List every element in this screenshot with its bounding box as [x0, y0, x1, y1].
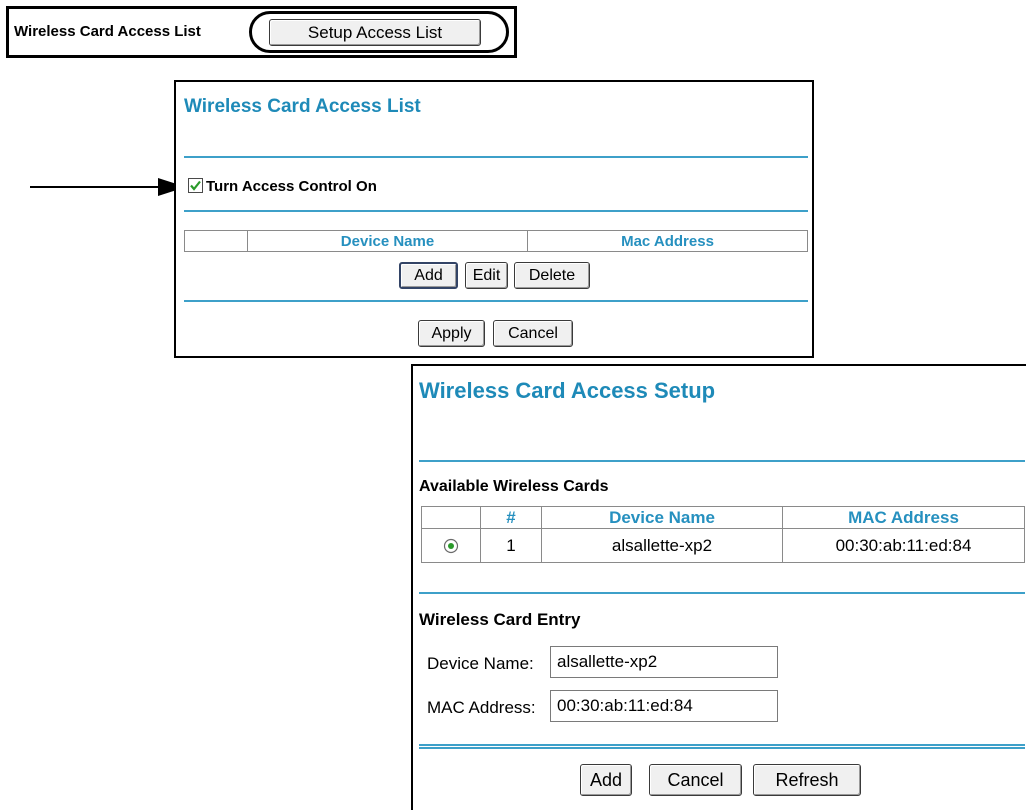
top-bar-label: Wireless Card Access List [14, 23, 201, 40]
column-header-device-name: Device Name [247, 230, 528, 252]
setup-cancel-button[interactable]: Cancel [649, 764, 742, 796]
top-bar: Wireless Card Access List Setup Access L… [6, 6, 517, 58]
column-header-number: # [480, 506, 542, 529]
device-name-field[interactable] [550, 646, 778, 678]
table-header-row: Device Name Mac Address [184, 230, 808, 252]
checkmark-icon [190, 180, 201, 191]
column-header-select [184, 230, 248, 252]
divider [419, 460, 1025, 462]
row-number: 1 [480, 528, 542, 563]
access-setup-title: Wireless Card Access Setup [419, 378, 716, 403]
table-row: 1 alsallette-xp2 00:30:ab:11:ed:84 [421, 528, 1025, 563]
column-header-select [421, 506, 481, 529]
setup-add-button[interactable]: Add [580, 764, 632, 796]
mac-address-field[interactable] [550, 690, 778, 722]
wireless-card-entry-heading: Wireless Card Entry [419, 610, 581, 629]
divider [419, 592, 1025, 594]
column-header-device-name: Device Name [541, 506, 783, 529]
row-select-cell [421, 528, 481, 563]
device-name-label: Device Name: [427, 654, 534, 673]
mac-address-label: MAC Address: [427, 698, 536, 717]
row-device-name: alsallette-xp2 [541, 528, 783, 563]
access-list-table: Device Name Mac Address [184, 230, 808, 252]
divider [184, 210, 808, 212]
setup-access-list-button[interactable]: Setup Access List [269, 19, 481, 46]
edit-button[interactable]: Edit [465, 262, 508, 289]
table-header-row: # Device Name MAC Address [421, 506, 1025, 529]
available-cards-heading: Available Wireless Cards [419, 478, 609, 495]
pointer-arrow-icon [30, 178, 186, 196]
access-control-checkbox[interactable] [188, 178, 203, 193]
row-mac-address: 00:30:ab:11:ed:84 [782, 528, 1025, 563]
apply-button[interactable]: Apply [418, 320, 485, 347]
divider [419, 744, 1025, 749]
column-header-mac-address: MAC Address [782, 506, 1025, 529]
access-control-label: Turn Access Control On [206, 178, 377, 195]
divider [184, 156, 808, 158]
cancel-button[interactable]: Cancel [493, 320, 573, 347]
access-setup-panel: Wireless Card Access Setup Available Wir… [411, 364, 1026, 810]
available-cards-table: # Device Name MAC Address 1 alsallette-x… [421, 506, 1025, 563]
refresh-button[interactable]: Refresh [753, 764, 861, 796]
column-header-mac-address: Mac Address [527, 230, 808, 252]
divider [184, 300, 808, 302]
access-list-title: Wireless Card Access List [184, 96, 421, 117]
access-list-panel: Wireless Card Access List Turn Access Co… [174, 80, 814, 358]
add-button[interactable]: Add [399, 262, 458, 289]
delete-button[interactable]: Delete [514, 262, 590, 289]
radio-selected-icon[interactable] [443, 538, 459, 554]
